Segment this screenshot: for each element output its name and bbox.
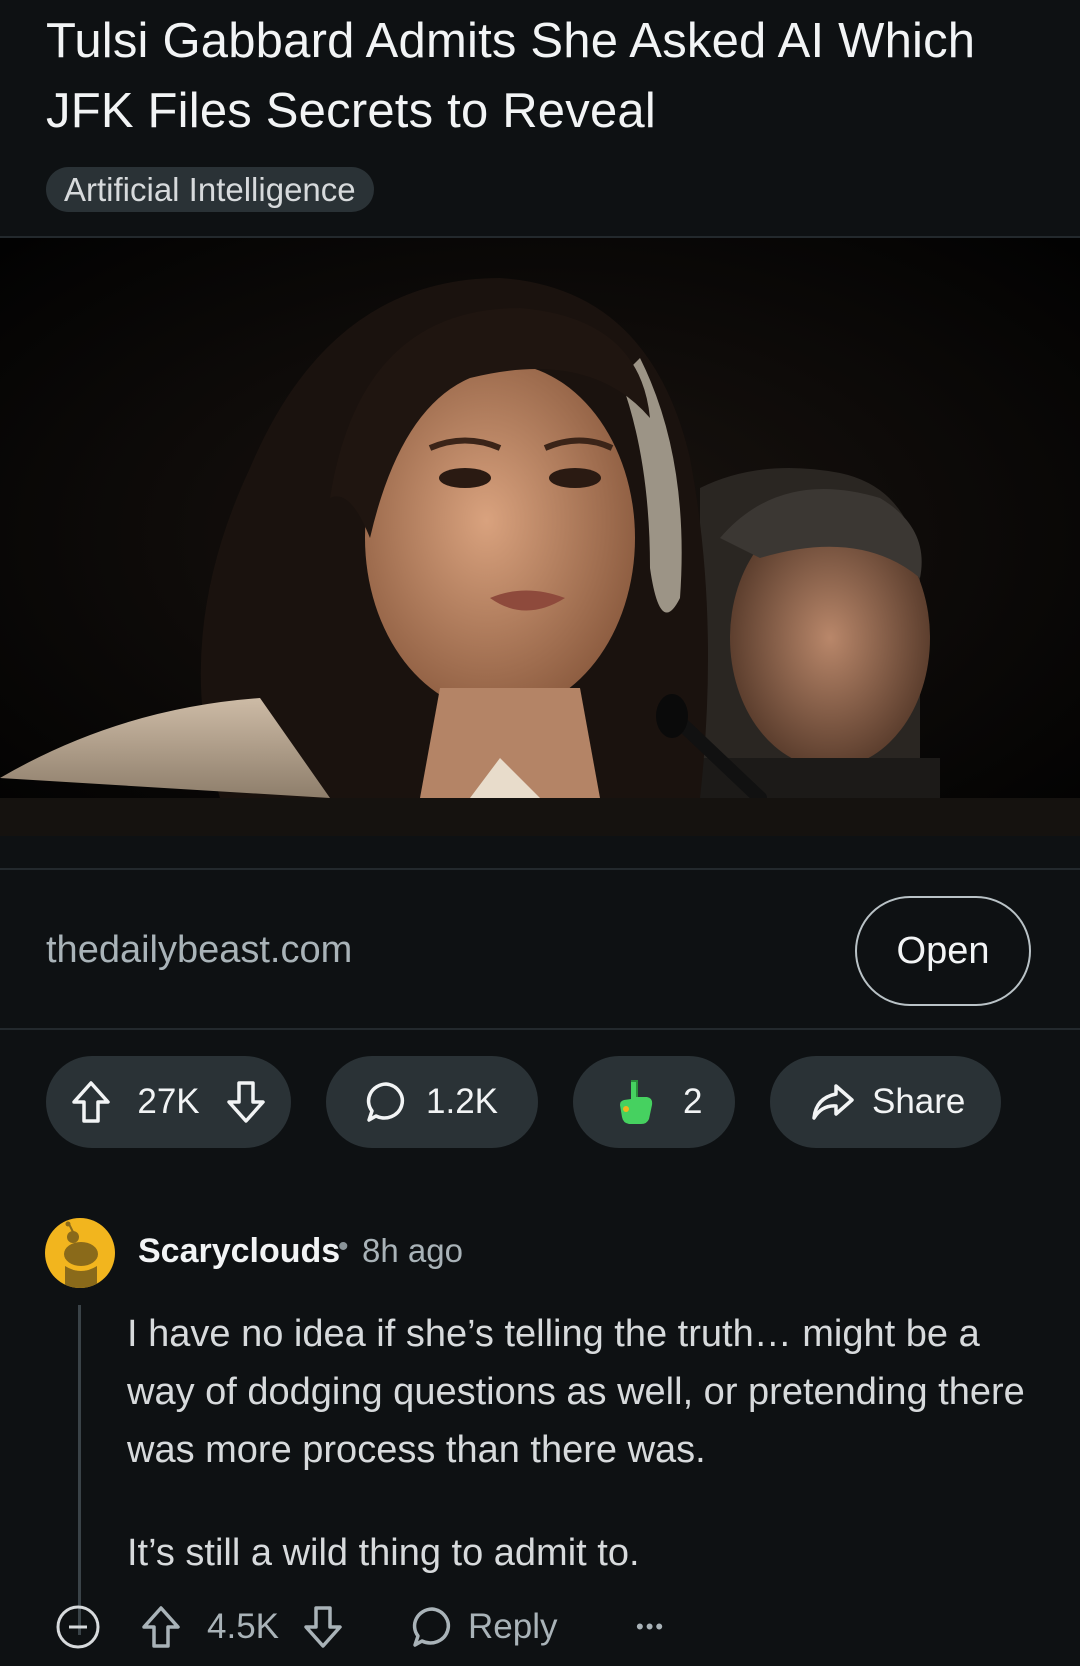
share-arrow-icon <box>810 1082 856 1122</box>
post-flair[interactable]: Artificial Intelligence <box>46 167 374 212</box>
downvote-icon[interactable] <box>225 1079 267 1125</box>
upvote-icon[interactable] <box>70 1079 112 1125</box>
separator-dot: • <box>338 1230 349 1263</box>
share-button[interactable]: Share <box>770 1056 1001 1148</box>
award-count: 2 <box>683 1082 703 1121</box>
post-thumbnail[interactable] <box>0 238 1080 836</box>
thread-line[interactable] <box>78 1305 81 1635</box>
collapse-icon <box>55 1604 101 1650</box>
vote-pill: 27K <box>46 1056 291 1148</box>
comment-body: I have no idea if she’s telling the trut… <box>127 1305 1027 1627</box>
comment-paragraph: I have no idea if she’s telling the trut… <box>127 1313 1025 1471</box>
comment-upvote-button[interactable] <box>140 1592 182 1662</box>
comments-button[interactable]: 1.2K <box>326 1056 538 1148</box>
divider <box>0 1028 1080 1030</box>
post-title[interactable]: Tulsi Gabbard Admits She Asked AI Which … <box>46 6 1046 146</box>
comment-bubble-icon <box>364 1080 408 1124</box>
upvote-icon <box>140 1604 182 1650</box>
award-hand-icon <box>613 1077 659 1127</box>
divider <box>0 868 1080 870</box>
award-button[interactable]: 2 <box>573 1056 735 1148</box>
open-link-button[interactable]: Open <box>855 896 1031 1006</box>
comment-author[interactable]: Scaryclouds <box>138 1232 340 1271</box>
link-domain[interactable]: thedailybeast.com <box>46 928 352 972</box>
reply-label: Reply <box>468 1607 558 1646</box>
snoo-avatar-icon <box>64 1221 98 1288</box>
more-options-icon[interactable]: ••• <box>636 1592 665 1662</box>
comment-timestamp: 8h ago <box>362 1232 463 1269</box>
comment-actions: 4.5K Reply ••• <box>0 1592 1080 1662</box>
collapse-button[interactable] <box>55 1592 101 1662</box>
reply-bubble-icon <box>410 1605 454 1649</box>
reply-button[interactable]: Reply <box>410 1592 557 1662</box>
avatar[interactable] <box>45 1218 115 1288</box>
comment-downvote-button[interactable] <box>302 1592 344 1662</box>
share-label: Share <box>872 1082 966 1121</box>
comment-paragraph: It’s still a wild thing to admit to. <box>127 1532 640 1574</box>
comment-count: 1.2K <box>426 1082 498 1121</box>
post-vote-count: 27K <box>137 1082 200 1121</box>
comment-vote-count: 4.5K <box>207 1607 279 1646</box>
downvote-icon <box>302 1604 344 1650</box>
news-photo <box>0 238 1080 836</box>
